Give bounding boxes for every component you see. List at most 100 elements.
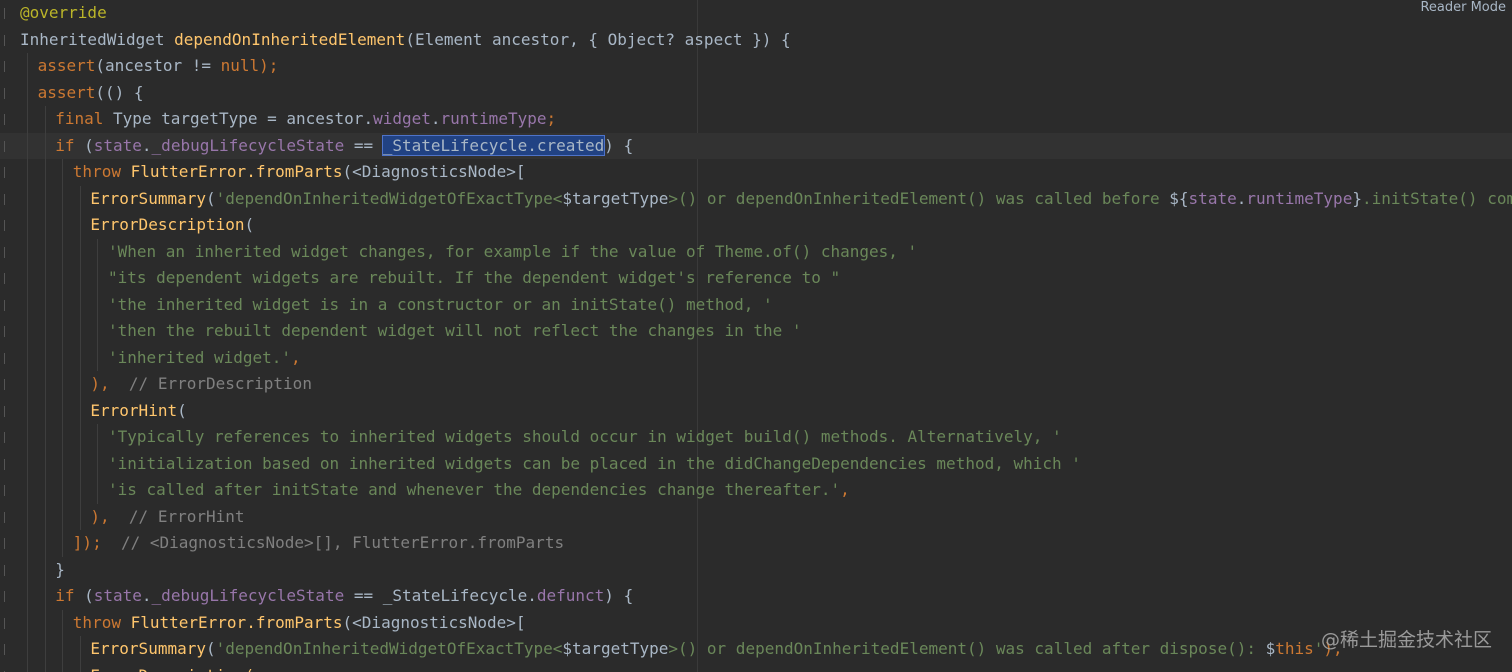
- code-line[interactable]: 'the inherited widget is in a constructo…: [0, 291, 1512, 318]
- code-token: (: [244, 215, 255, 234]
- code-token: _debugLifecycleState: [151, 586, 345, 605]
- code-line[interactable]: ErrorDescription(: [0, 662, 1512, 672]
- indent-guide: [27, 609, 28, 636]
- indent-guide: [44, 397, 46, 424]
- code-token: 'is called after initState and whenever …: [108, 480, 841, 499]
- fold-marker-icon[interactable]: [2, 617, 8, 629]
- code-text: ErrorDescription(: [90, 212, 254, 239]
- fold-marker-icon[interactable]: [2, 8, 8, 19]
- code-token: "its dependent widgets are rebuilt. If t…: [108, 268, 841, 287]
- code-token: >() or dependOnInheritedElement() was ca…: [668, 639, 1266, 658]
- code-token: ) {: [604, 586, 634, 605]
- code-token: ${: [1169, 188, 1189, 208]
- code-line[interactable]: throw FlutterError.fromParts(<Diagnostic…: [0, 159, 1512, 186]
- code-line[interactable]: 'Typically references to inherited widge…: [0, 424, 1512, 451]
- code-line[interactable]: InheritedWidget dependOnInheritedElement…: [0, 27, 1512, 54]
- code-line[interactable]: ErrorHint(: [0, 397, 1512, 424]
- code-line[interactable]: ErrorDescription(: [0, 212, 1512, 239]
- fold-marker-icon[interactable]: [2, 352, 8, 364]
- code-line[interactable]: @override: [0, 0, 1512, 27]
- code-line[interactable]: "its dependent widgets are rebuilt. If t…: [0, 265, 1512, 292]
- code-text: 'then the rebuilt dependent widget will …: [108, 318, 802, 345]
- indent-guide: [44, 106, 46, 133]
- code-line[interactable]: 'then the rebuilt dependent widget will …: [0, 318, 1512, 345]
- fold-marker-icon[interactable]: [2, 140, 8, 152]
- code-line[interactable]: if (state._debugLifecycleState == _State…: [0, 132, 1512, 159]
- fold-marker-icon[interactable]: [2, 167, 8, 178]
- code-line[interactable]: assert(ancestor != null);: [0, 53, 1512, 80]
- code-line[interactable]: 'When an inherited widget changes, for e…: [0, 238, 1512, 265]
- code-line[interactable]: ]); // <DiagnosticsNode>[], FlutterError…: [0, 530, 1512, 557]
- fold-marker-icon[interactable]: [2, 591, 8, 602]
- fold-marker-icon[interactable]: [2, 246, 8, 258]
- fold-marker-icon[interactable]: [2, 379, 8, 390]
- fold-marker-icon[interactable]: [2, 273, 8, 284]
- code-token: 'Typically references to inherited widge…: [108, 427, 1062, 446]
- code-line[interactable]: }: [0, 556, 1512, 583]
- code-line[interactable]: ErrorSummary('dependOnInheritedWidgetOfE…: [0, 185, 1512, 213]
- indent-guide: [44, 132, 46, 159]
- fold-marker-icon[interactable]: [2, 564, 8, 576]
- fold-marker-icon[interactable]: [2, 87, 8, 99]
- code-line[interactable]: ErrorSummary('dependOnInheritedWidgetOfE…: [0, 636, 1512, 663]
- indent-guide: [27, 132, 28, 159]
- code-token: state: [1188, 188, 1237, 208]
- fold-marker-icon[interactable]: [2, 538, 8, 549]
- code-text: ErrorSummary('dependOnInheritedWidgetOfE…: [90, 186, 1512, 213]
- code-token: .: [141, 586, 152, 605]
- code-line[interactable]: ), // ErrorHint: [0, 503, 1512, 531]
- code-token: ) {: [604, 135, 634, 155]
- code-token: .initState() completed.': [1361, 188, 1512, 208]
- code-text: throw FlutterError.fromParts(<Diagnostic…: [73, 610, 526, 637]
- code-line[interactable]: 'inherited widget.',: [0, 344, 1512, 372]
- fold-marker-icon[interactable]: [2, 511, 8, 523]
- code-token: (<DiagnosticsNode>[: [342, 612, 526, 632]
- code-text: 'inherited widget.',: [108, 345, 301, 372]
- indent-guide: [27, 477, 28, 504]
- code-line[interactable]: final Type targetType = ancestor.widget.…: [0, 106, 1512, 133]
- indent-guide: [27, 450, 28, 477]
- code-token: }: [1352, 188, 1362, 208]
- fold-marker-icon[interactable]: [2, 644, 8, 655]
- indent-guide: [62, 344, 64, 371]
- indent-guide: [44, 371, 46, 398]
- code-token: }: [55, 559, 65, 579]
- code-token: ;: [546, 109, 557, 128]
- code-line[interactable]: if (state._debugLifecycleState == _State…: [0, 583, 1512, 610]
- code-text: ), // ErrorHint: [90, 504, 244, 531]
- fold-marker-icon[interactable]: [2, 61, 8, 72]
- code-token: // ErrorDescription: [109, 374, 312, 393]
- code-line[interactable]: assert(() {: [0, 79, 1512, 106]
- code-token: 'When an inherited widget changes, for e…: [108, 241, 918, 261]
- fold-marker-icon[interactable]: [2, 114, 8, 125]
- code-token: 'dependOnInheritedWidgetOfExactType<: [215, 639, 563, 658]
- fold-marker-icon[interactable]: [2, 220, 8, 231]
- code-token: (: [205, 639, 216, 658]
- fold-marker-icon[interactable]: [2, 458, 8, 470]
- fold-marker-icon[interactable]: [2, 405, 8, 417]
- fold-marker-icon[interactable]: [2, 326, 8, 337]
- code-editor[interactable]: @override InheritedWidget dependOnInherit…: [0, 0, 1512, 672]
- indent-guide: [79, 424, 81, 451]
- code-line[interactable]: ), // ErrorDescription: [0, 371, 1512, 398]
- indent-guide: [44, 556, 46, 583]
- indent-guide: [79, 344, 81, 371]
- indent-guide: [79, 212, 81, 239]
- indent-guide: [62, 424, 64, 451]
- indent-guide: [27, 397, 28, 424]
- fold-marker-icon[interactable]: [2, 34, 8, 46]
- code-line[interactable]: 'is called after initState and whenever …: [0, 477, 1512, 504]
- watermark: @稀土掘金技术社区: [1320, 629, 1492, 651]
- code-line[interactable]: 'initialization based on inherited widge…: [0, 450, 1512, 477]
- reader-mode-toggle[interactable]: Reader Mode: [1420, 0, 1506, 15]
- indent-guide: [79, 477, 81, 504]
- indent-guide: [62, 238, 64, 265]
- fold-marker-icon[interactable]: [2, 485, 8, 496]
- code-text: if (state._debugLifecycleState == _State…: [55, 583, 633, 610]
- code-token: widget: [373, 109, 431, 128]
- fold-marker-icon[interactable]: [2, 432, 8, 443]
- code-area[interactable]: @override InheritedWidget dependOnInherit…: [0, 0, 1512, 672]
- fold-marker-icon[interactable]: [2, 193, 8, 205]
- code-line[interactable]: throw FlutterError.fromParts(<Diagnostic…: [0, 609, 1512, 637]
- fold-marker-icon[interactable]: [2, 299, 8, 311]
